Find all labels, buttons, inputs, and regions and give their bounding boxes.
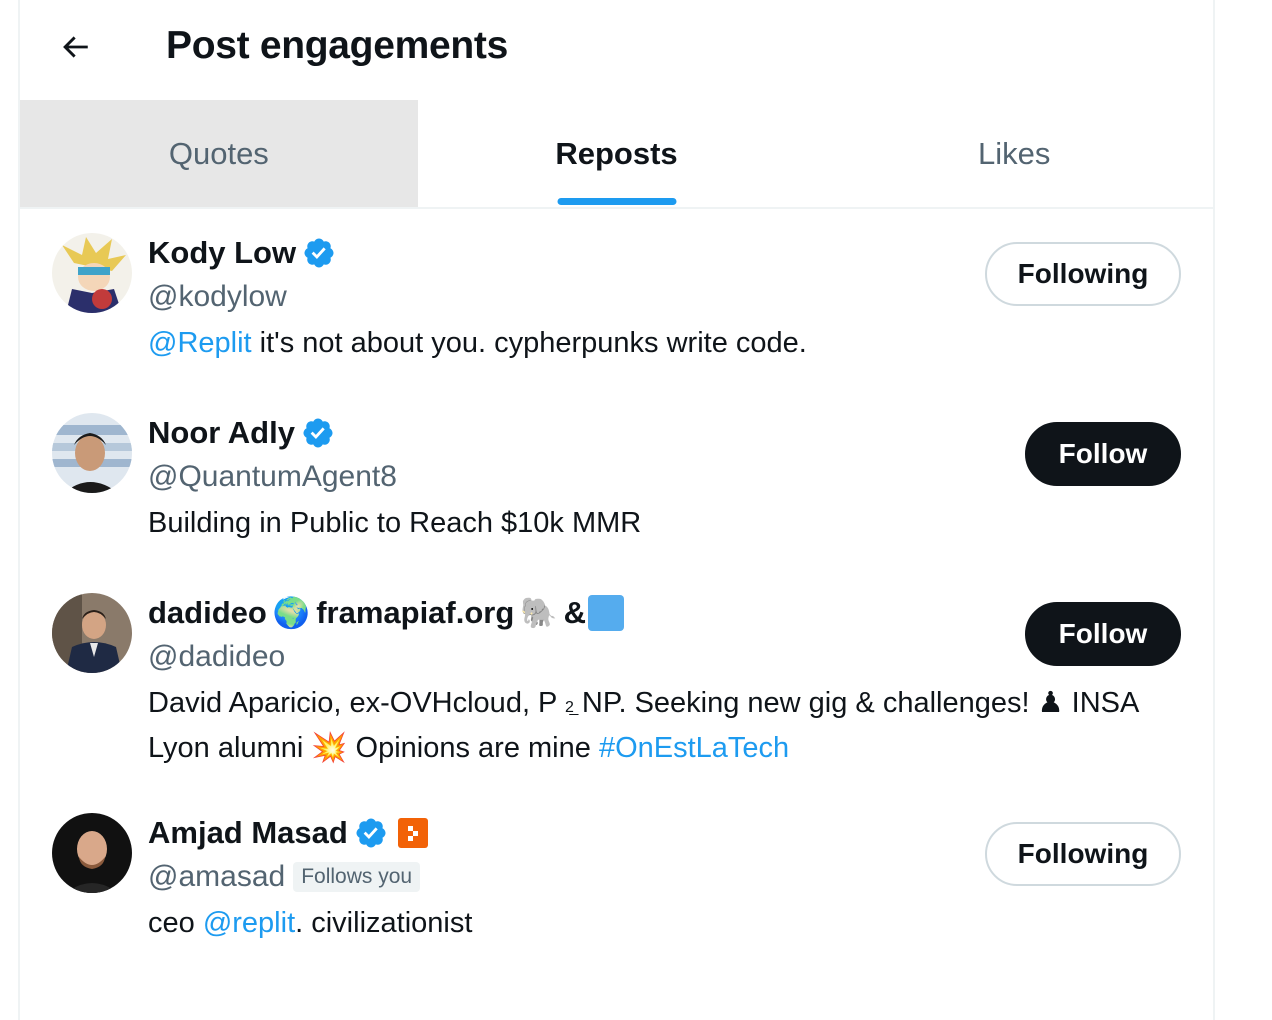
verified-badge-icon (303, 418, 333, 448)
user-cell[interactable]: dadideo 🌍 framapiaf.org 🐘 & @dadideo Dav… (20, 567, 1213, 787)
bio-text: Lyon alumni (148, 732, 312, 764)
verified-badge-icon (304, 238, 334, 268)
display-name[interactable]: Kody Low (148, 235, 296, 271)
display-name[interactable]: Noor Adly (148, 415, 295, 451)
avatar-image (52, 593, 132, 673)
tab-reposts[interactable]: Reposts (418, 100, 816, 207)
user-cell[interactable]: Kody Low @kodylow @Replit it's not about… (20, 207, 1213, 387)
avatar[interactable] (52, 593, 132, 673)
display-name[interactable]: Amjad Masad (148, 815, 348, 851)
avatar-image (52, 413, 132, 493)
tab-label: Quotes (168, 135, 269, 171)
follow-button[interactable]: Follow (1025, 422, 1181, 486)
avatar[interactable] (52, 813, 132, 893)
arrow-left-icon (63, 36, 88, 58)
bio-text: NP. Seeking new gig & challenges! ♟ INSA (573, 687, 1140, 719)
user-bio: Building in Public to Reach $10k MMR (148, 507, 642, 539)
tab-label: Reposts (555, 135, 678, 171)
following-button[interactable]: Following (985, 242, 1181, 306)
reposts-user-list: Kody Low @kodylow @Replit it's not about… (20, 207, 1213, 967)
globe-icon: 🌍 (272, 596, 311, 630)
user-cell[interactable]: Noor Adly @QuantumAgent8 Building in Pub… (20, 387, 1213, 567)
elephant-icon: 🐘 (520, 596, 558, 630)
avatar-image (52, 233, 132, 313)
user-bio: @Replit it's not about you. cypherpunks … (148, 323, 1185, 363)
user-handle[interactable]: @dadideo (148, 640, 285, 674)
back-button[interactable] (50, 22, 100, 72)
bio-text: . civilizationist (295, 907, 473, 939)
user-handle[interactable]: @QuantumAgent8 (148, 460, 397, 494)
page-title: Post engagements (166, 24, 508, 67)
bio-hashtag-link[interactable]: #OnEstLaTech (599, 732, 789, 764)
tab-likes[interactable]: Likes (815, 100, 1213, 207)
bio-mention-link[interactable]: @Replit (148, 327, 252, 359)
blue-square-icon (588, 595, 625, 631)
bio-text: Opinions are mine (347, 732, 599, 764)
display-name-domain[interactable]: framapiaf.org (316, 595, 514, 631)
avatar[interactable] (52, 233, 132, 313)
collision-icon: 💥 (311, 732, 348, 764)
follow-button[interactable]: Follow (1025, 602, 1181, 666)
page-header: Post engagements (20, 0, 1213, 100)
bio-text: it's not about you. cypherpunks write co… (251, 327, 807, 359)
user-bio: David Aparicio, ex-OVHcloud, P 2̲ NP. Se… (148, 683, 1185, 768)
following-button[interactable]: Following (985, 822, 1181, 886)
avatar[interactable] (52, 413, 132, 493)
bio-small-glyph: 2̲ (564, 699, 574, 716)
bio-text: ceo (148, 907, 203, 939)
display-name[interactable]: dadideo (148, 595, 267, 631)
user-cell[interactable]: Amjad Masad @amasad Follows you ceo @rep… (20, 787, 1213, 967)
user-bio: ceo @replit. civilizationist (148, 903, 1185, 943)
engagements-column: Post engagements Quotes Reposts Likes Ko… (18, 0, 1215, 1020)
follows-you-badge: Follows you (293, 862, 421, 892)
display-name-amp: & (563, 595, 587, 630)
verified-badge-icon (356, 818, 386, 848)
engagement-tabs: Quotes Reposts Likes (20, 100, 1213, 209)
bio-mention-link[interactable]: @replit (203, 907, 295, 939)
active-tab-indicator (557, 198, 676, 205)
user-handle[interactable]: @kodylow (148, 280, 287, 314)
replit-badge-icon[interactable] (397, 818, 428, 848)
bio-text: David Aparicio, ex-OVHcloud, P (148, 687, 557, 719)
tab-quotes[interactable]: Quotes (20, 100, 418, 207)
user-info: Noor Adly @QuantumAgent8 Building in Pub… (148, 413, 1185, 543)
avatar-image (52, 813, 132, 893)
user-handle[interactable]: @amasad (148, 860, 285, 894)
tab-label: Likes (977, 135, 1051, 171)
